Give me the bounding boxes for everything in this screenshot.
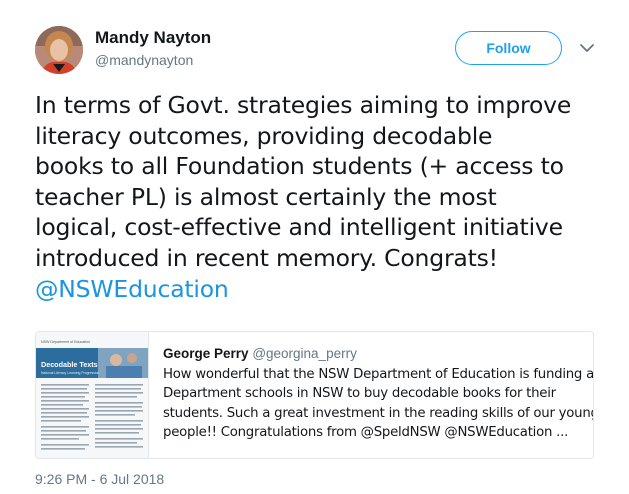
- chevron-down-icon[interactable]: [579, 41, 595, 53]
- quote-author-handle[interactable]: @georgina_perry: [252, 346, 357, 361]
- tweet-line: In terms of Govt. strategies aiming to i…: [35, 91, 572, 119]
- quote-line: people!! Congratulations from @SpeldNSW …: [163, 425, 569, 441]
- tweet-card: Mandy Nayton @mandynayton Follow In term…: [0, 0, 629, 494]
- author-handle[interactable]: @mandynayton: [95, 52, 193, 68]
- tweet-line: books to all Foundation students (+ acce…: [35, 152, 564, 181]
- avatar-image: [35, 26, 83, 74]
- quote-line: How wonderful that the NSW Department of…: [163, 367, 594, 382]
- author-name[interactable]: Mandy Nayton: [95, 28, 211, 48]
- timestamp-link[interactable]: 9:26 PM - 6 Jul 2018: [35, 471, 164, 487]
- thumb-title: Decodable Texts: [41, 360, 98, 369]
- quoted-tweet[interactable]: NSW Department of Education Decodable Te…: [35, 331, 594, 459]
- tweet-line: logical, cost-effective and intelligent …: [35, 213, 563, 242]
- quote-thumbnail[interactable]: NSW Department of Education Decodable Te…: [36, 332, 149, 458]
- tweet-line: introduced in recent memory. Congrats!: [35, 243, 498, 272]
- quote-line: students. Such a great investment in the…: [163, 405, 594, 421]
- quote-line: Department schools in NSW to buy decodab…: [163, 386, 556, 402]
- quote-body: George Perry @georgina_perry How wonderf…: [163, 346, 594, 443]
- quote-author-name[interactable]: George Perry: [163, 346, 249, 361]
- document-thumbnail-image: NSW Department of Education Decodable Te…: [36, 332, 148, 458]
- tweet-line: teacher PL) is almost certainly the most: [35, 182, 497, 211]
- avatar[interactable]: [35, 26, 83, 74]
- tweet-line: literacy outcomes, providing decodable: [35, 121, 493, 150]
- mention-link[interactable]: @NSWEducation: [35, 274, 605, 305]
- thumb-org: NSW Department of Education: [41, 340, 90, 344]
- tweet-text: In terms of Govt. strategies aiming to i…: [35, 90, 605, 304]
- thumb-subtitle: National Literacy Learning Progression: [41, 371, 100, 375]
- quote-header: George Perry @georgina_perry: [163, 346, 585, 361]
- quote-text: How wonderful that the NSW Department of…: [163, 365, 594, 443]
- follow-button[interactable]: Follow: [455, 31, 562, 65]
